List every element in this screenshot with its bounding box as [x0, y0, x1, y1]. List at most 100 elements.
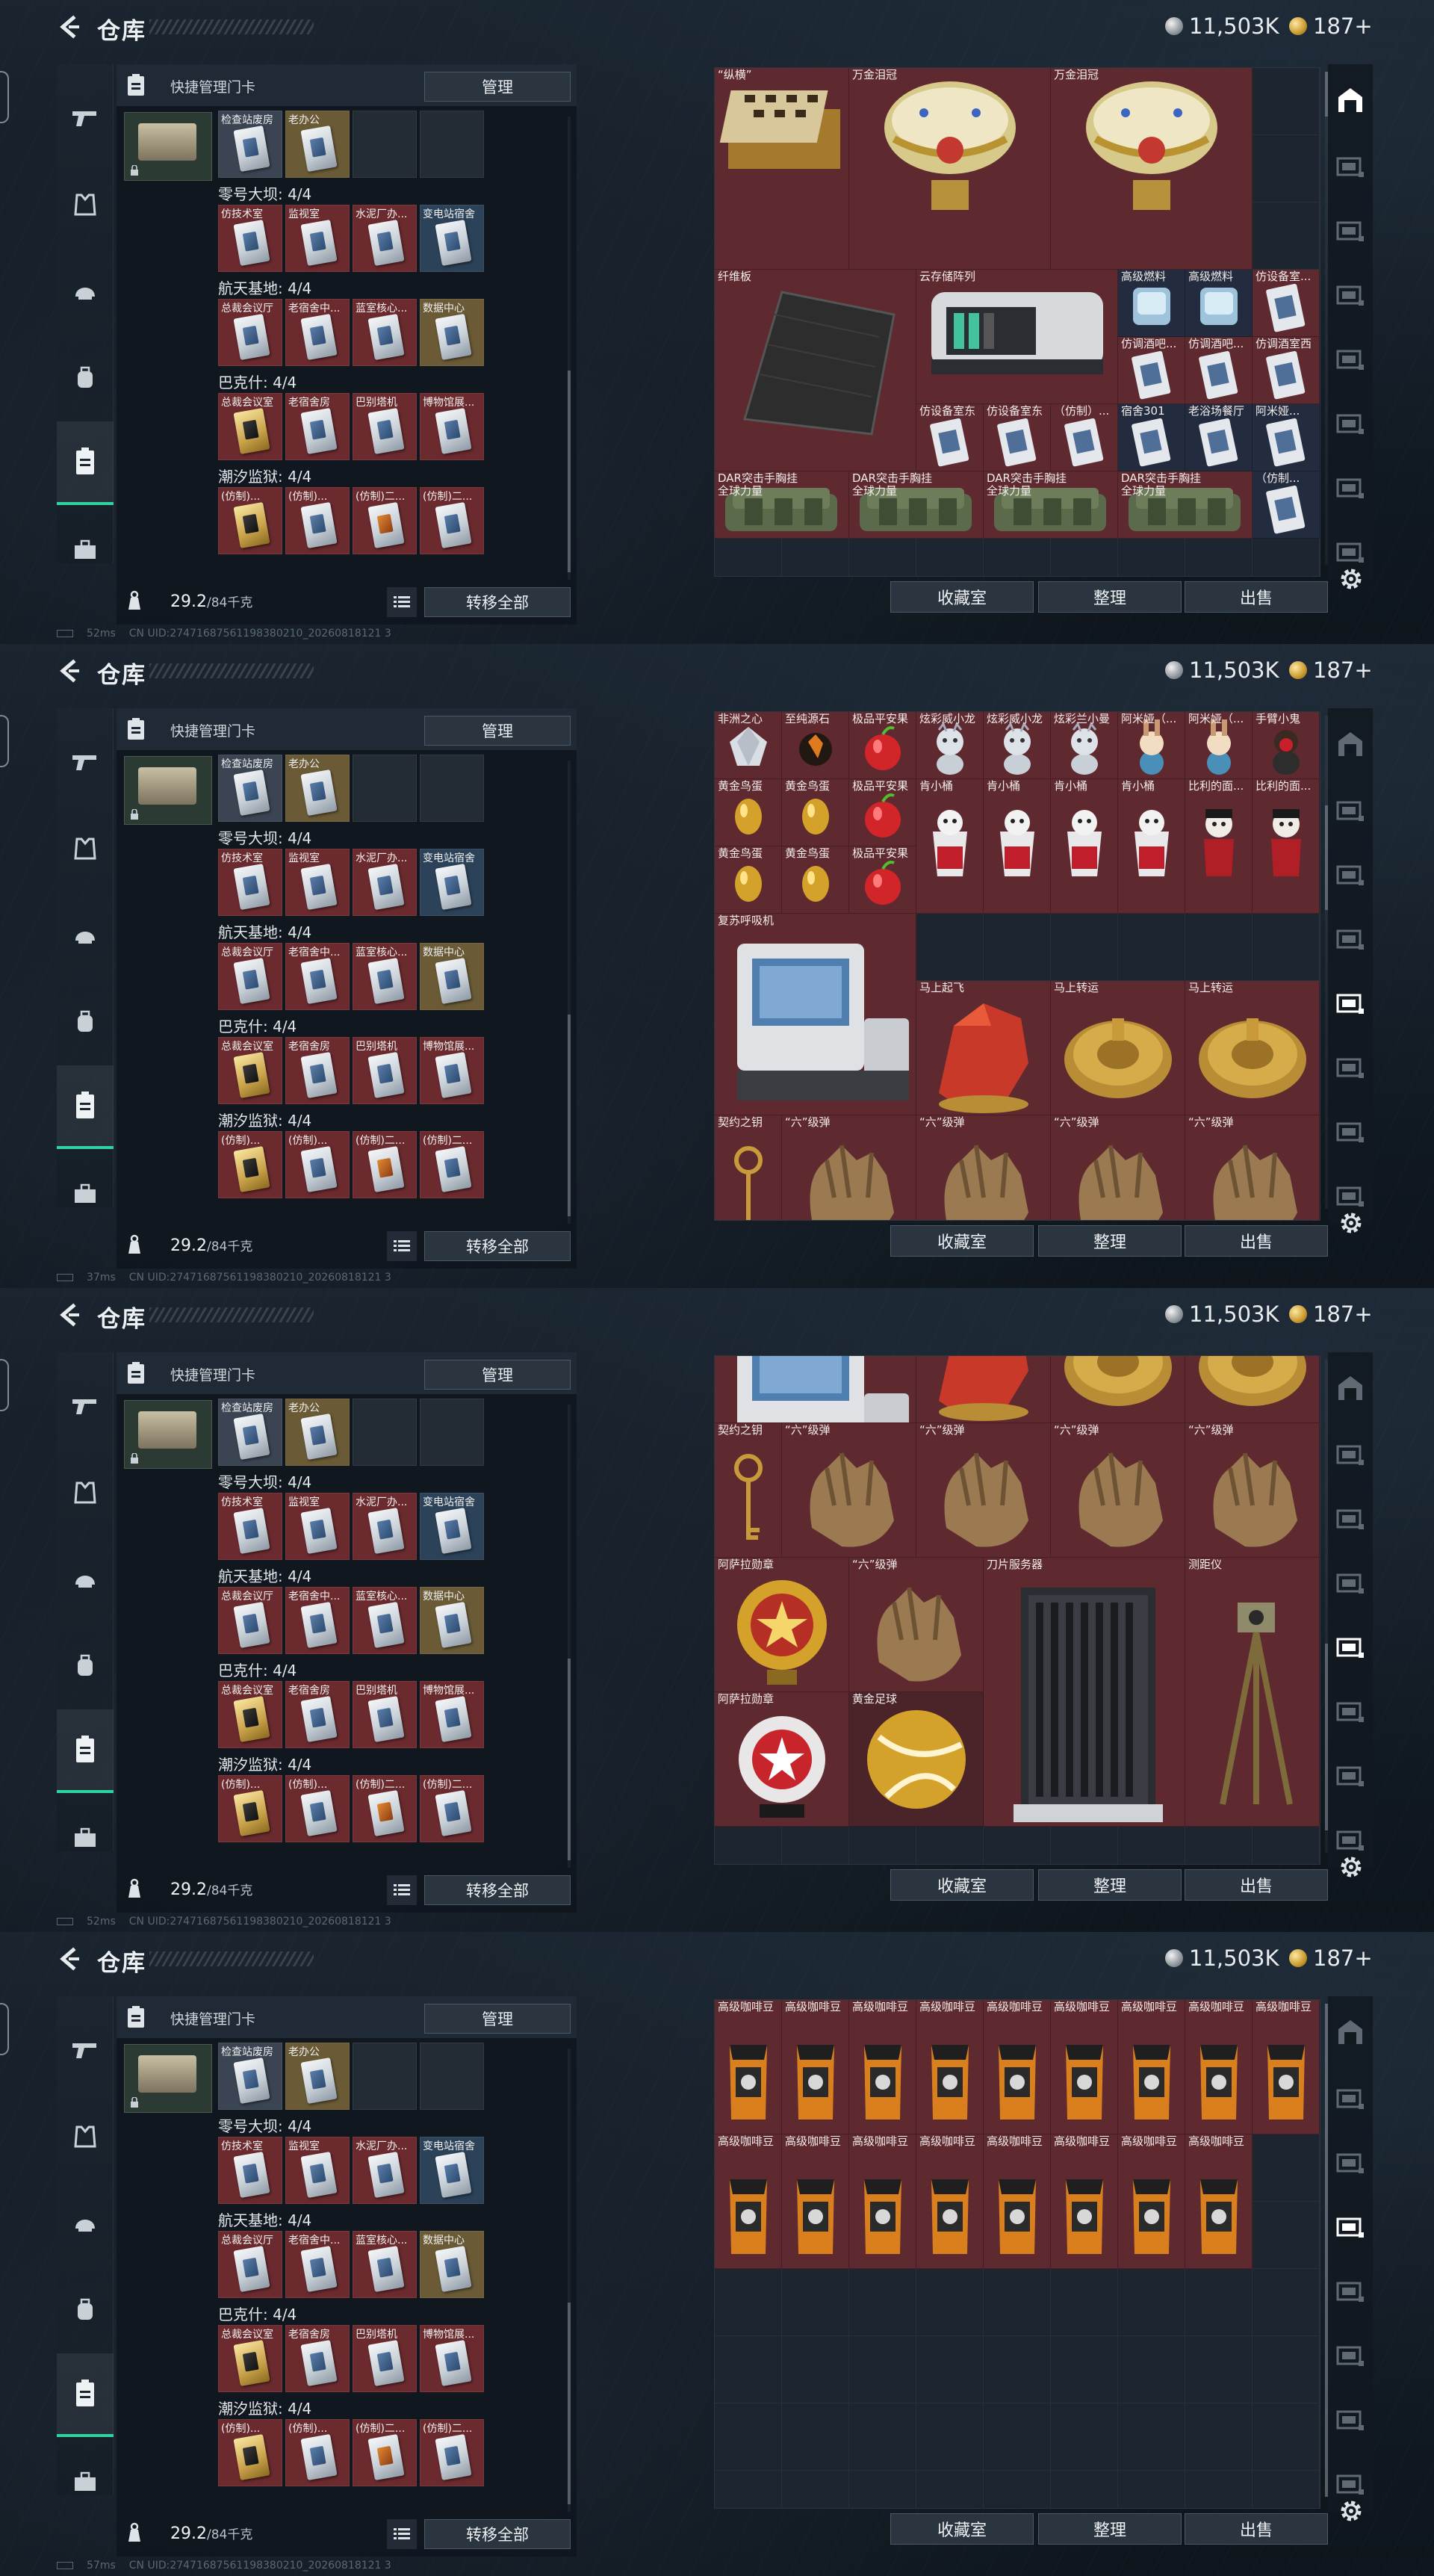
empty-cell[interactable]: [782, 2269, 849, 2336]
left-scrollbar[interactable]: [568, 1405, 571, 1868]
keycard-slot[interactable]: 数据中心: [420, 2231, 484, 2298]
nav-helmet[interactable]: [57, 260, 114, 323]
inventory-item[interactable]: 高级咖啡豆: [916, 2134, 984, 2269]
empty-cell[interactable]: [849, 539, 916, 576]
sell-button[interactable]: 出售: [1185, 1869, 1328, 1901]
inventory-item[interactable]: “六”级弹: [916, 1423, 1051, 1558]
nav-armor[interactable]: [57, 2105, 114, 2168]
sell-button[interactable]: 出售: [1185, 2513, 1328, 2545]
edge-drawer-tab[interactable]: [0, 71, 9, 123]
sort-button[interactable]: 整理: [1038, 581, 1182, 613]
edge-drawer-tab[interactable]: [0, 2003, 9, 2055]
inventory-item[interactable]: 马上转运: [1185, 981, 1320, 1115]
inventory-item[interactable]: 马上起飞: [916, 981, 1051, 1115]
keycard-slot[interactable]: 总裁会议室: [218, 2325, 282, 2392]
empty-cell[interactable]: [1118, 2269, 1185, 2336]
keycard-slot[interactable]: 变电站宿舍: [420, 849, 484, 916]
empty-cell[interactable]: [916, 2269, 984, 2336]
storage-tab-3[interactable]: [1328, 1484, 1373, 1555]
keycard-slot[interactable]: 总裁会议厅: [218, 2231, 282, 2298]
empty-cell[interactable]: [1185, 2269, 1253, 2336]
inventory-item[interactable]: 仿调酒吧...: [1118, 337, 1185, 404]
keycard-slot[interactable]: 变电站宿舍: [420, 2137, 484, 2204]
inventory-item[interactable]: 肯小桶: [984, 779, 1051, 914]
inventory-item[interactable]: 仿设备室...: [1253, 270, 1320, 337]
storage-tab-7[interactable]: [1328, 453, 1373, 524]
keycard-slot[interactable]: 数据中心: [420, 1587, 484, 1654]
inventory-item[interactable]: 契约之钥: [715, 1115, 782, 1220]
storage-tab-7[interactable]: [1328, 2385, 1373, 2456]
keycard-slot[interactable]: (仿制)...: [218, 2419, 282, 2486]
empty-cell[interactable]: [1253, 2269, 1320, 2336]
storage-tab-3[interactable]: [1328, 840, 1373, 911]
keycard-slot[interactable]: 总裁会议厅: [218, 1587, 282, 1654]
list-view-button[interactable]: [387, 587, 417, 617]
manage-button[interactable]: 管理: [424, 2004, 571, 2034]
inventory-item[interactable]: 极品平安果: [849, 712, 916, 779]
keycard-slot[interactable]: 仿技术室: [218, 205, 282, 272]
storage-tab-6[interactable]: [1328, 2320, 1373, 2392]
keycard-slot[interactable]: (仿制)二...: [353, 1131, 417, 1198]
empty-cell[interactable]: [1253, 2471, 1320, 2508]
empty-cell[interactable]: [715, 539, 782, 576]
nav-keycards[interactable]: [57, 2353, 114, 2437]
keycard-holder-slot[interactable]: [124, 2044, 212, 2113]
empty-slot[interactable]: [353, 111, 417, 178]
keycard-slot[interactable]: 检查站废房: [218, 111, 282, 178]
inventory-item[interactable]: 纤维板: [715, 270, 916, 471]
nav-helmet[interactable]: [57, 1548, 114, 1611]
storage-tab-2[interactable]: [1328, 775, 1373, 847]
empty-cell[interactable]: [1051, 2471, 1118, 2508]
storage-tab-2[interactable]: [1328, 131, 1373, 203]
inventory-item[interactable]: 高级咖啡豆: [1051, 2134, 1118, 2269]
keycard-slot[interactable]: (仿制)二...: [420, 2419, 484, 2486]
keycard-slot[interactable]: (仿制)...: [218, 1775, 282, 1842]
keycard-slot[interactable]: 监视室: [285, 1493, 350, 1560]
empty-cell[interactable]: [1051, 1827, 1118, 1864]
nav-keycards[interactable]: [57, 1065, 114, 1149]
inventory-item[interactable]: 高级咖啡豆: [1185, 2134, 1253, 2269]
keycard-slot[interactable]: 巴别塔机: [353, 1037, 417, 1104]
empty-cell[interactable]: [984, 2403, 1051, 2471]
empty-cell[interactable]: [849, 2403, 916, 2471]
silver-currency[interactable]: 11,503K: [1165, 657, 1279, 683]
inventory-item[interactable]: 阿萨拉勋章: [715, 1558, 849, 1692]
keycard-slot[interactable]: 仿技术室: [218, 1493, 282, 1560]
nav-briefcase[interactable]: [57, 518, 114, 581]
empty-cell[interactable]: [1051, 2269, 1118, 2336]
keycard-slot[interactable]: 老办公: [285, 2043, 350, 2110]
nav-backpack[interactable]: [57, 991, 114, 1053]
scroll-thumb[interactable]: [568, 1015, 571, 1216]
empty-cell[interactable]: [849, 2269, 916, 2336]
inventory-item[interactable]: 手臂小鬼: [1253, 712, 1320, 779]
empty-cell[interactable]: [1253, 2403, 1320, 2471]
empty-cell[interactable]: [1185, 1827, 1253, 1864]
keycard-slot[interactable]: 变电站宿舍: [420, 205, 484, 272]
manage-button[interactable]: 管理: [424, 72, 571, 102]
keycard-slot[interactable]: (仿制)二...: [353, 2419, 417, 2486]
nav-briefcase[interactable]: [57, 1806, 114, 1869]
empty-cell[interactable]: [1118, 914, 1185, 981]
empty-cell[interactable]: [1051, 914, 1118, 981]
nav-backpack[interactable]: [57, 1635, 114, 1697]
empty-cell[interactable]: [1253, 914, 1320, 981]
inventory-item[interactable]: [1185, 1356, 1320, 1423]
storage-tab-1[interactable]: [1328, 708, 1373, 780]
inventory-item[interactable]: 比利的面...: [1253, 779, 1320, 914]
empty-cell[interactable]: [1118, 2471, 1185, 2508]
scroll-thumb[interactable]: [568, 371, 571, 572]
empty-cell[interactable]: [1253, 2336, 1320, 2403]
keycard-slot[interactable]: 老办公: [285, 755, 350, 822]
empty-cell[interactable]: [782, 1827, 849, 1864]
storage-tab-5[interactable]: [1328, 324, 1373, 396]
scroll-thumb[interactable]: [568, 2303, 571, 2504]
inventory-item[interactable]: 肯小桶: [916, 779, 984, 914]
inventory-item[interactable]: 炫彩威小龙: [984, 712, 1051, 779]
empty-cell[interactable]: [1118, 539, 1185, 576]
back-arrow-icon[interactable]: [57, 1301, 84, 1328]
inventory-item[interactable]: （仿制...: [1253, 471, 1320, 539]
keycard-slot[interactable]: 总裁会议室: [218, 1681, 282, 1748]
inventory-item[interactable]: 高级咖啡豆: [715, 2134, 782, 2269]
keycard-slot[interactable]: 数据中心: [420, 943, 484, 1010]
keycard-slot[interactable]: 变电站宿舍: [420, 1493, 484, 1560]
